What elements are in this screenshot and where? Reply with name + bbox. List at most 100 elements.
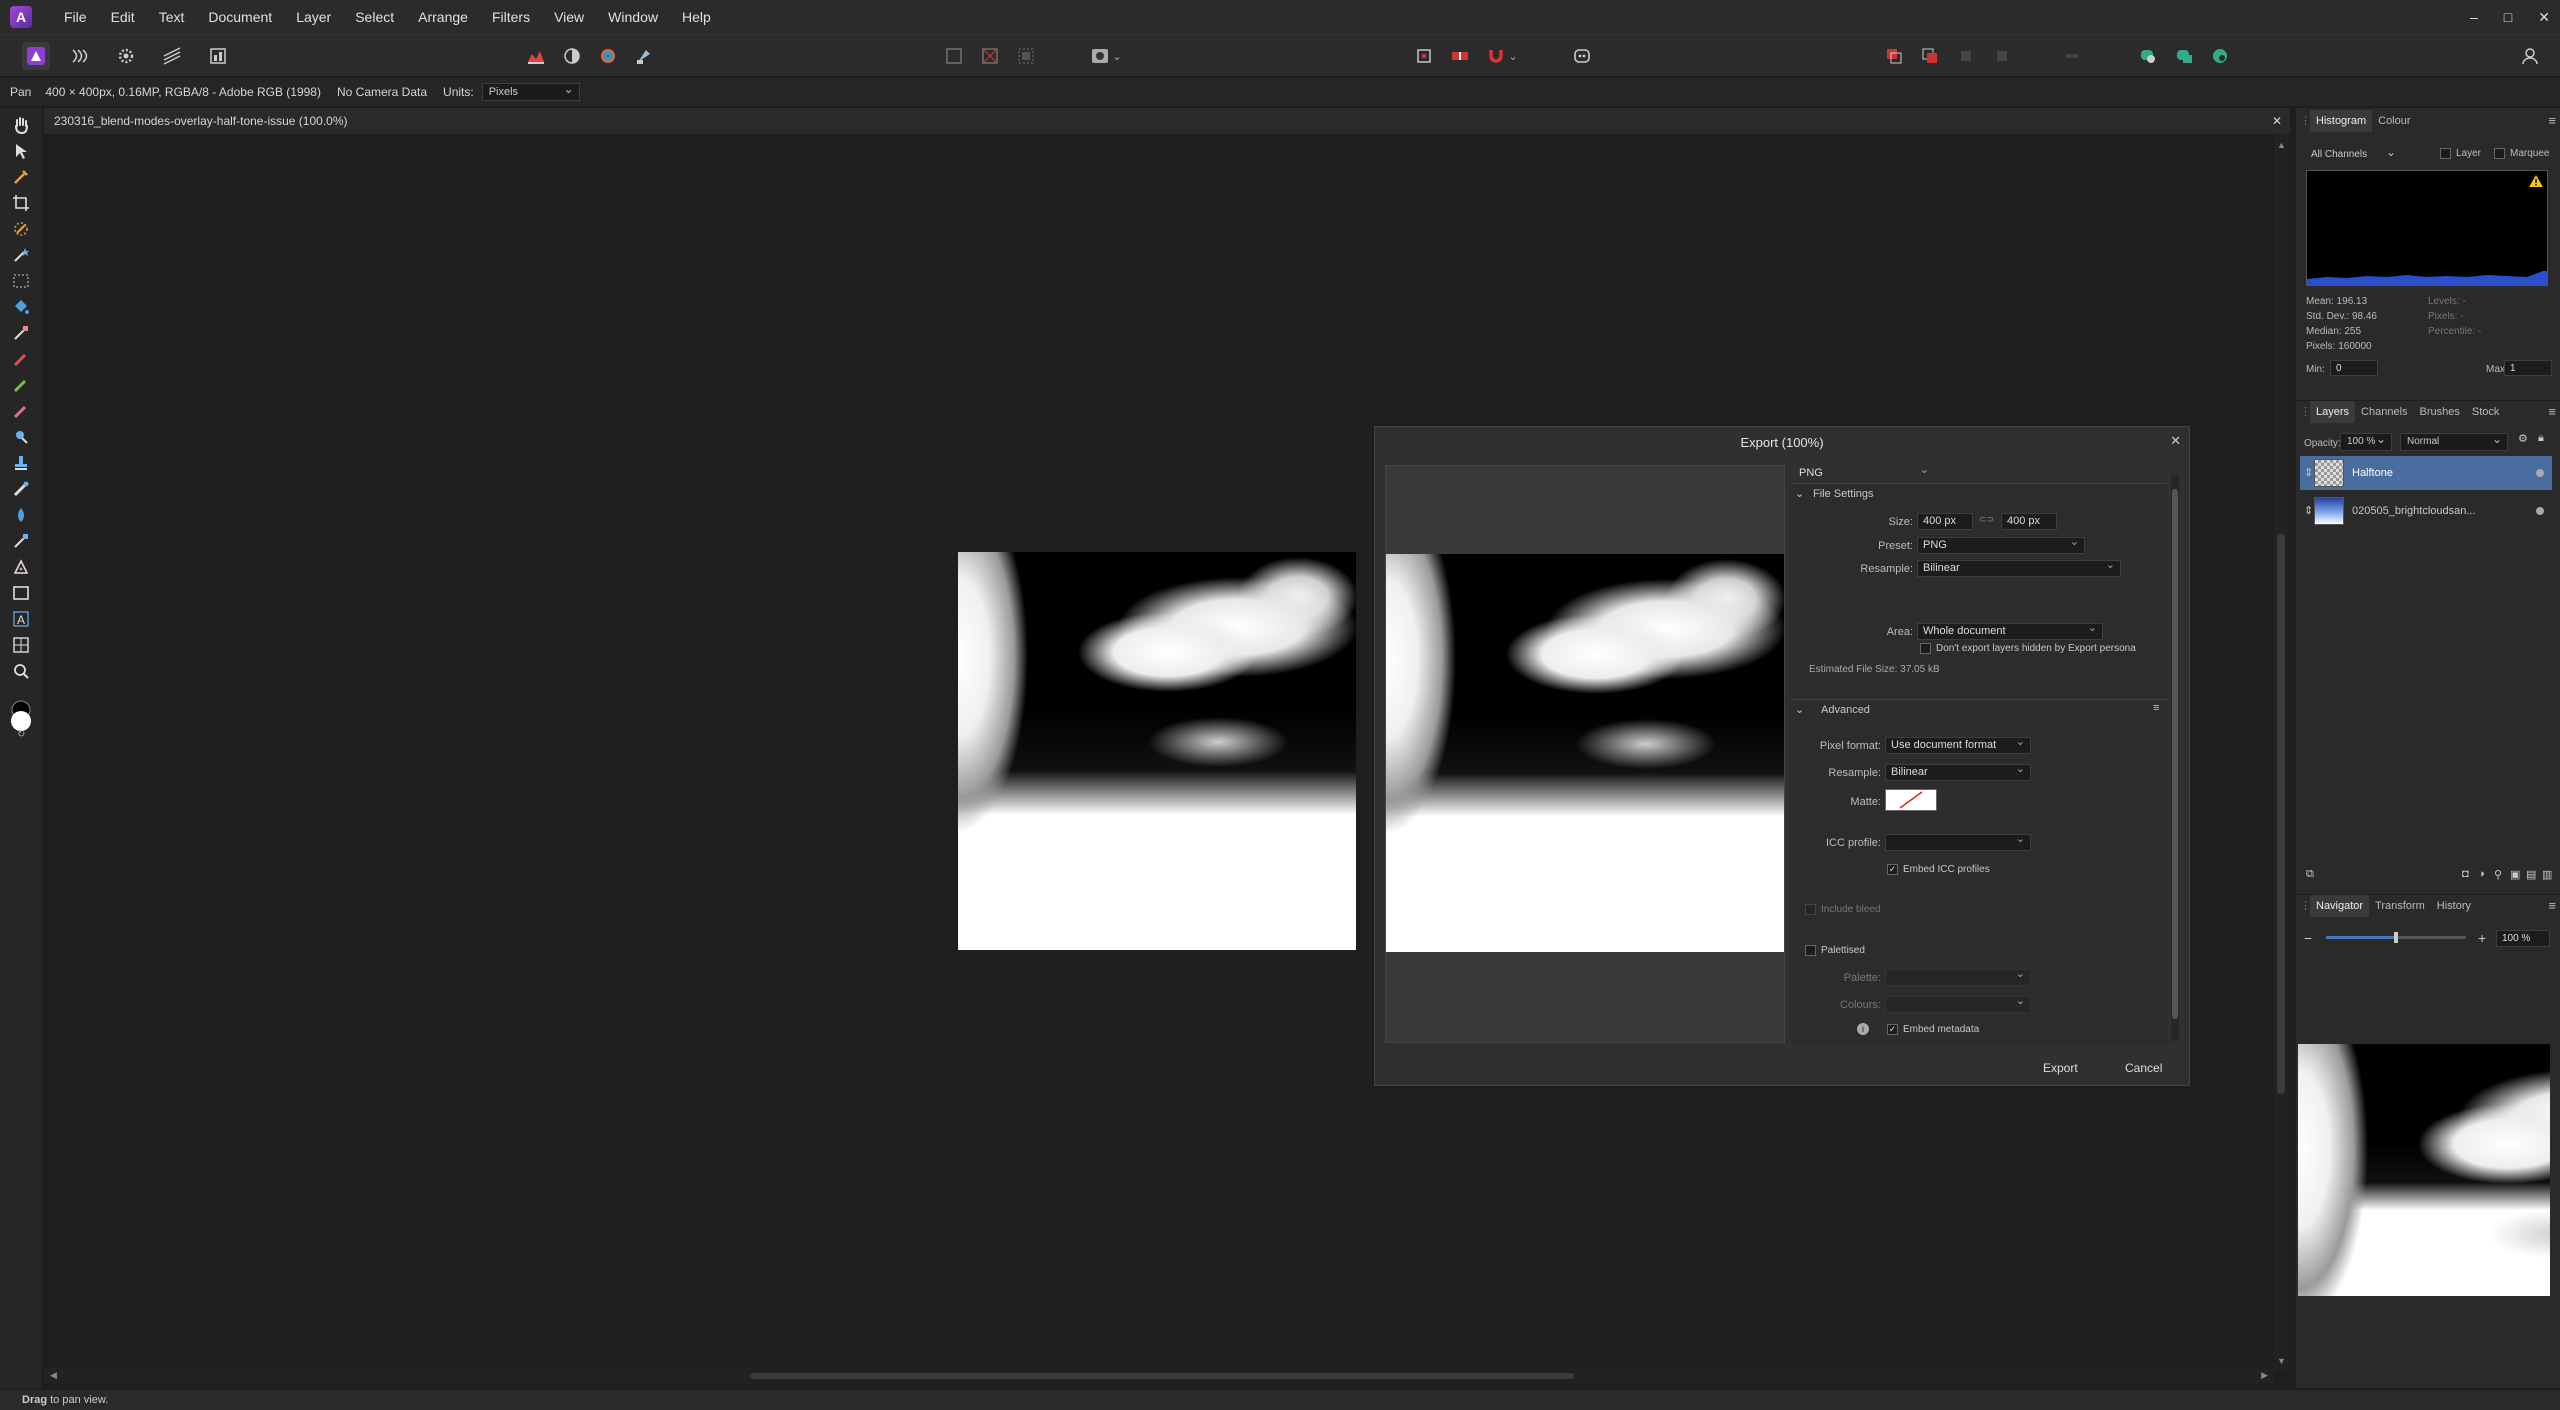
scroll-up-icon[interactable]: ▲ [2277,140,2286,150]
channels-select[interactable]: All Channels [2304,144,2402,164]
vertical-scroll-thumb[interactable] [2277,534,2285,1094]
menu-arrange[interactable]: Arrange [406,0,480,34]
layer-checkbox[interactable] [2440,148,2451,159]
auto-white-balance-button[interactable] [630,42,658,70]
zoom-tool[interactable] [10,660,32,682]
clone-brush-tool[interactable] [10,452,32,474]
include-bleed-checkbox[interactable] [1805,904,1816,915]
selection-brush-tool[interactable] [10,218,32,240]
navigator-preview[interactable] [2298,1044,2550,1296]
menu-text[interactable]: Text [147,0,197,34]
layer-settings-gear-icon[interactable]: ⚙ [2518,432,2528,445]
panel-grip-icon[interactable]: ⋮ [2300,899,2311,912]
embed-metadata-checkbox[interactable]: ✓ [1887,1024,1898,1035]
align-button[interactable] [2058,42,2086,70]
view-tool[interactable] [10,634,32,656]
width-input[interactable]: 400 px [1917,513,1973,530]
resample-select[interactable]: Bilinear [1917,558,2121,577]
format-select[interactable]: PNG [1793,463,1935,482]
rectangle-tool[interactable] [10,582,32,604]
menu-view[interactable]: View [542,0,596,34]
advanced-resample-select[interactable]: Bilinear [1885,762,2031,781]
affinity-photo-logo-icon[interactable]: A [10,6,32,28]
height-input[interactable]: 400 px [2001,513,2057,530]
marquee-tool[interactable] [10,270,32,292]
tab-history[interactable]: History [2431,900,2477,912]
lock-icon[interactable]: 🔒︎ [2538,432,2544,445]
histogram-menu-icon[interactable]: ≡ [2548,113,2556,128]
add-layer-icon[interactable]: ▤ [2526,868,2536,881]
horizontal-scroll-thumb[interactable] [750,1373,1574,1379]
icc-profile-select[interactable] [1885,832,2031,851]
menu-document[interactable]: Document [196,0,284,34]
tab-channels[interactable]: Channels [2355,406,2413,418]
menu-file[interactable]: File [52,0,99,34]
palette-select[interactable] [1885,967,2031,986]
collapse-advanced-icon[interactable]: ⌄ [1795,703,1804,716]
auto-contrast-button[interactable] [558,42,586,70]
colours-select[interactable] [1885,994,2031,1013]
minimize-button[interactable]: – [2470,9,2478,25]
export-persona-button[interactable] [204,42,232,70]
delete-layer-icon[interactable]: ▥ [2542,868,2552,881]
menu-window[interactable]: Window [596,0,670,34]
snapping-dropdown[interactable]: ⌄ [1506,42,1520,70]
fill-tool[interactable] [10,296,32,318]
crop-tool[interactable] [10,192,32,214]
blur-brush-tool[interactable] [10,504,32,526]
menu-edit[interactable]: Edit [99,0,147,34]
group-layers-icon[interactable]: ▣ [2510,868,2520,881]
close-document-button[interactable]: ✕ [2272,108,2282,134]
horizontal-scrollbar[interactable]: ◀ ▶ [44,1368,2274,1384]
settings-scroll-thumb[interactable] [2172,489,2178,1019]
units-select[interactable]: Pixels [481,81,580,101]
link-dimensions-icon[interactable]: ⊂⊃ [1979,514,1994,525]
tone-mapping-persona-button[interactable] [158,42,186,70]
pen-tool[interactable] [10,556,32,578]
layer-options-icon[interactable]: ⧉ [2306,868,2314,881]
export-button[interactable]: Export [2031,1057,2090,1079]
selection-mode-new-button[interactable] [2134,42,2162,70]
auto-colours-button[interactable] [594,42,622,70]
tab-colour[interactable]: Colour [2372,115,2416,127]
maximize-button[interactable]: □ [2504,9,2512,25]
panel-grip-icon[interactable]: ⋮ [2300,405,2311,418]
palettised-checkbox[interactable] [1805,945,1816,956]
deselect-button[interactable] [976,42,1004,70]
colour-swatch[interactable]: ↻ [10,700,32,739]
assistant-manager-button[interactable] [1568,42,1596,70]
adjustment-layer-icon[interactable]: ◑ [2478,868,2485,880]
menu-select[interactable]: Select [343,0,406,34]
zoom-slider[interactable] [2326,932,2466,943]
cancel-button[interactable]: Cancel [2113,1057,2174,1079]
settings-scrollbar[interactable] [2171,475,2179,1041]
zoom-input[interactable]: 100 % [2496,930,2550,947]
arrange-backward-button[interactable] [1988,42,2016,70]
layer-row-clouds[interactable]: ⇕ 020505_brightcloudsan... [2300,494,2552,528]
arrange-forward-button[interactable] [1952,42,1980,70]
opacity-select[interactable]: 100 % [2340,431,2392,451]
gradient-tool[interactable] [10,322,32,344]
quick-mask-dropdown[interactable]: ⌄ [1110,42,1124,70]
erase-brush-tool[interactable] [10,400,32,422]
liquify-persona-button[interactable] [66,42,94,70]
scroll-down-icon[interactable]: ▼ [2277,1356,2286,1366]
zoom-in-icon[interactable]: + [2478,930,2486,946]
selection-mode-add-button[interactable] [2170,42,2198,70]
embed-icc-checkbox[interactable]: ✓ [1887,864,1898,875]
close-dialog-button[interactable]: ✕ [2170,433,2181,449]
colour-picker-tool[interactable] [10,166,32,188]
panel-grip-icon[interactable]: ⋮ [2300,114,2311,127]
fx-icon[interactable]: ⚲ [2494,868,2502,881]
layer-visibility-toggle[interactable] [2536,469,2544,477]
collapse-file-settings-icon[interactable]: ⌄ [1795,487,1804,500]
mesh-warp-tool[interactable] [10,530,32,552]
mask-layer-icon[interactable]: ◘ [2462,868,2469,880]
tab-transform[interactable]: Transform [2369,900,2431,912]
document-tab[interactable]: 230316_blend-modes-overlay-half-tone-iss… [44,108,2290,134]
artistic-text-tool[interactable]: A [10,608,32,630]
navigator-menu-icon[interactable]: ≡ [2548,898,2556,913]
layer-row-halftone[interactable]: ⇕ Halftone [2300,456,2552,490]
hand-tool[interactable] [10,114,32,136]
auto-levels-button[interactable] [522,42,550,70]
